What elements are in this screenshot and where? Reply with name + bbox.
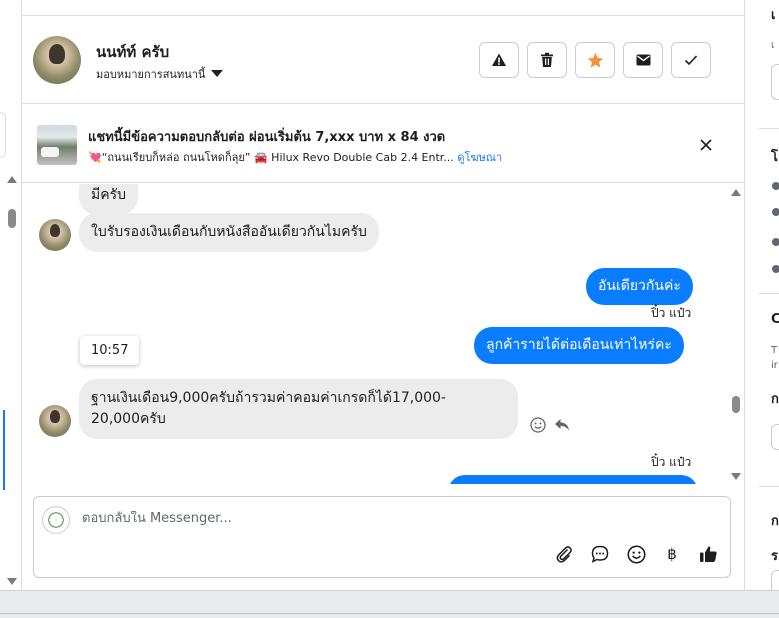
inbox-window: นนท์ท์ ครับ มอบหมายการสนทนานี้ แชทนี้มีข… [0,0,779,618]
divider [0,613,779,614]
incoming-message[interactable]: มีครับ [79,184,138,215]
details-heading: ก [771,514,779,529]
location-icon [772,238,779,246]
close-banner-button[interactable] [694,133,718,157]
ad-title: แชทนี้มีข้อความตอบกลับต่อ ผ่อนเริ่มต้น 7… [88,130,446,145]
emoji-button[interactable] [626,544,646,564]
details-heading: โ [771,150,778,165]
details-field[interactable] [771,570,779,590]
details-heading: เ [771,8,776,23]
info-icon [772,208,779,216]
divider [759,293,779,294]
timestamp-tooltip: 10:57 [80,336,140,365]
chat-header: นนท์ท์ ครับ มอบหมายการสนทนานี้ [22,16,744,104]
envelope-icon [636,54,650,66]
details-field[interactable] [771,64,779,100]
sender-avatar [39,405,71,437]
emoji-icon [626,544,646,564]
details-text: เ [771,40,775,51]
reply-input[interactable] [82,511,682,526]
collapsed-panel-tab[interactable] [0,112,6,158]
mark-done-button[interactable] [671,42,711,78]
star-button[interactable] [575,42,615,78]
message-thread: มีครับ ใบรับรองเงินเดือนกับหนังสืออันเดี… [22,184,744,484]
details-label: ร [771,549,778,564]
conversation-list-edge [0,0,22,590]
ad-thumbnail[interactable] [37,125,77,165]
view-ad-link[interactable]: ดูโฆษณา [457,151,502,164]
report-button[interactable] [479,42,519,78]
baht-icon: ฿ [667,545,677,563]
emoji-icon [530,417,546,433]
scroll-up-arrow[interactable] [7,176,17,183]
details-heading: C [771,312,779,327]
details-heading: ก [771,392,779,407]
attach-button[interactable] [554,544,574,564]
thumbs-up-icon [699,546,717,562]
trash-icon [541,52,553,67]
details-text: ir [771,360,778,371]
ad-reply-banner: แชทนี้มีข้อความตอบกลับต่อ ผ่อนเริ่มต้น 7… [22,105,744,183]
outgoing-message[interactable] [448,475,698,484]
page-avatar [42,506,70,534]
scroll-down-arrow[interactable] [731,473,741,480]
ad-subtitle: 💘“ถนนเรียบก็หล่อ ถนนโหดก็ลุย” 🚘 Hilux Re… [88,148,502,166]
reply-button[interactable] [553,416,571,434]
paperclip-icon [556,546,572,563]
details-text: T [771,345,778,356]
info-icon [772,182,779,190]
caret-down-icon [211,70,224,77]
scrollbar-thumb[interactable] [732,396,740,413]
saved-replies-button[interactable] [590,544,610,564]
incoming-message[interactable]: ใบรับรองเงินเดือนกับหนังสืออันเดียวกันไม… [79,213,379,252]
star-icon [587,52,603,68]
chat-panel: นนท์ท์ ครับ มอบหมายการสนทนานี้ แชทนี้มีข… [22,0,744,590]
payment-button[interactable]: ฿ [662,544,682,564]
divider [759,486,779,487]
seen-by-label: ปิ๋ว แป๋ว [651,306,692,320]
contact-name[interactable]: นนท์ท์ ครับ [96,40,169,64]
location-icon [772,265,779,273]
warning-icon [492,53,506,66]
selection-accent [3,410,5,490]
outgoing-message[interactable]: อันเดียวกันค่ะ [586,268,693,305]
incoming-message[interactable]: ฐานเงินเดือน9,000ครับถ้ารวมค่าคอมค่าเกรด… [79,379,518,439]
ad-description: 💘“ถนนเรียบก็หล่อ ถนนโหดก็ลุย” 🚘 Hilux Re… [88,151,454,164]
message-composer: ฿ [33,496,731,578]
details-panel-edge: เ เ โ C T ir ก ก ร [744,0,779,590]
assign-label: มอบหมายการสนทนานี้ [96,68,206,81]
like-button[interactable] [698,544,718,564]
window-bottom-bar [0,590,779,618]
close-icon [700,139,712,151]
seen-by-label: ปิ๋ว แป๋ว [651,455,692,469]
contact-avatar[interactable] [33,36,81,84]
mark-unread-button[interactable] [623,42,663,78]
sender-avatar [39,219,71,251]
check-icon [684,55,698,66]
outgoing-message[interactable]: ลูกค้ารายได้ต่อเดือนเท่าไหร่คะ [474,327,684,364]
assign-conversation-dropdown[interactable]: มอบหมายการสนทนานี้ [96,65,224,83]
divider [759,128,779,129]
details-dropdown[interactable] [771,424,779,450]
react-button[interactable] [529,416,547,434]
scroll-down-arrow[interactable] [7,578,17,585]
delete-button[interactable] [527,42,567,78]
scrollbar-thumb[interactable] [8,209,16,228]
reply-icon [555,419,569,431]
chat-bubble-icon [591,545,609,563]
scroll-up-arrow[interactable] [731,189,741,196]
